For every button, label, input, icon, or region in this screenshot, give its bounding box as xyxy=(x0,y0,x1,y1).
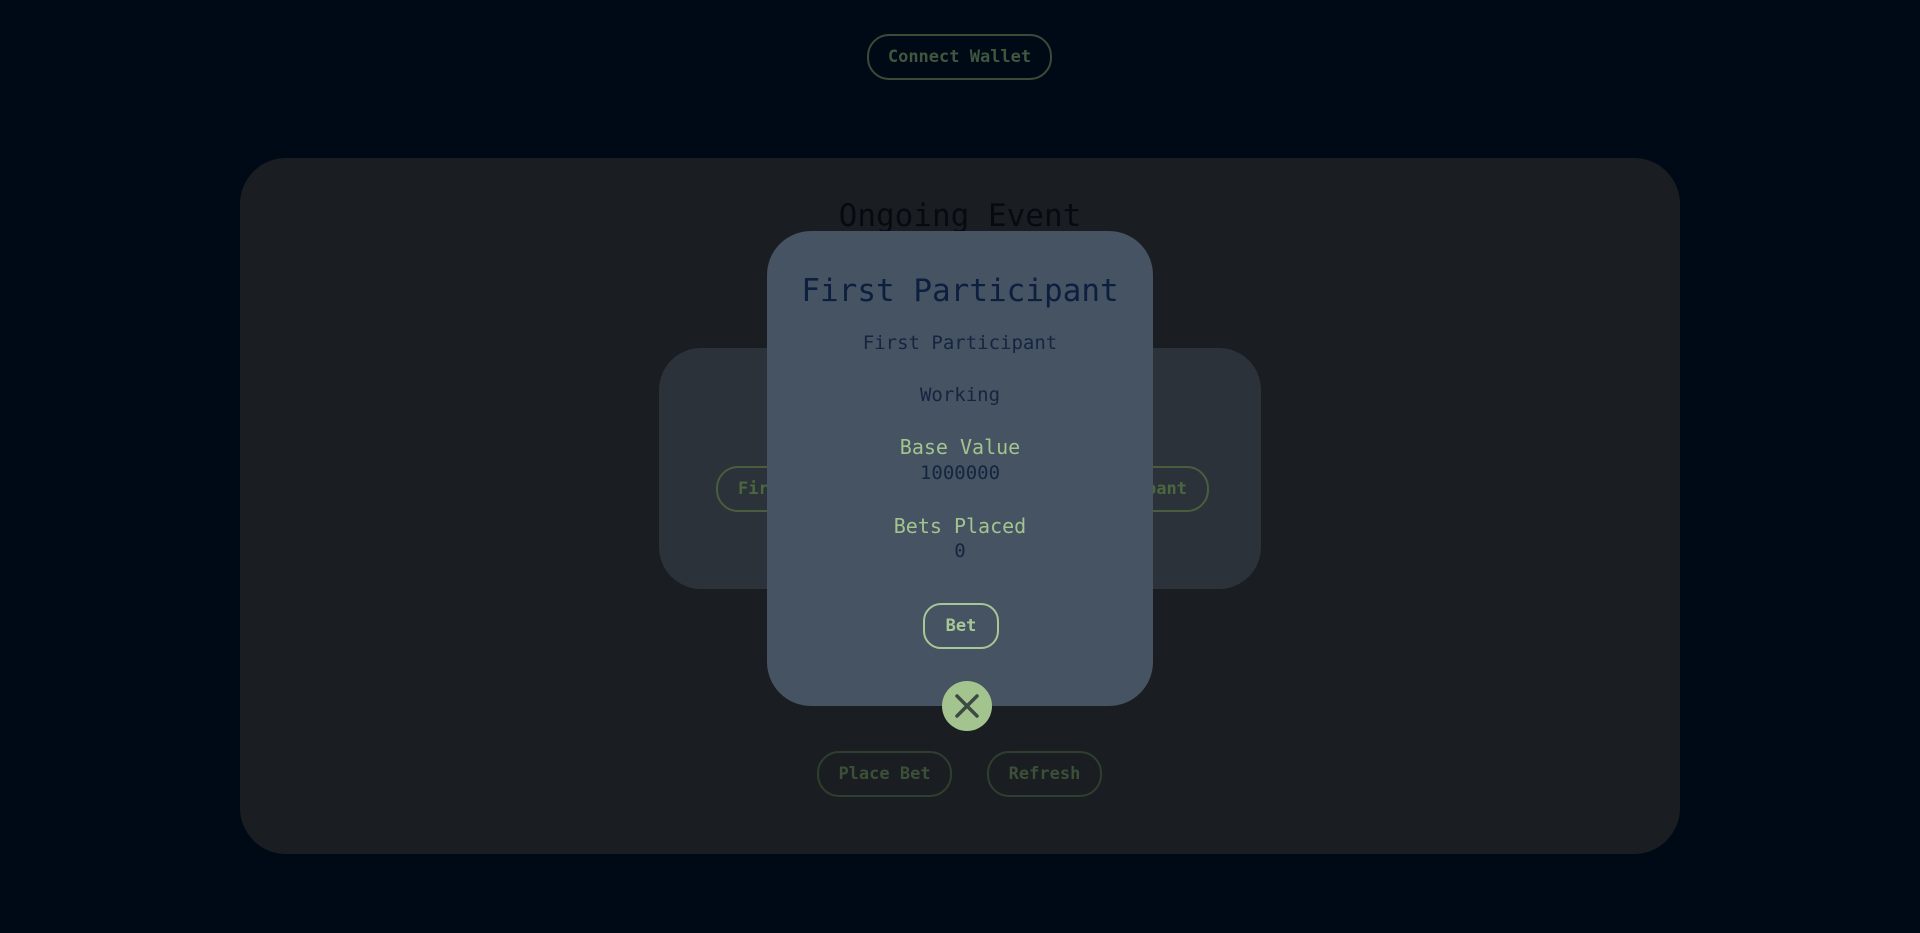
page: Connect Wallet Ongoing Event First Parti… xyxy=(0,0,1920,933)
modal-title: First Participant xyxy=(801,273,1119,309)
close-modal-button[interactable] xyxy=(942,681,992,731)
base-value: 1000000 xyxy=(919,462,1001,484)
refresh-button[interactable]: Refresh xyxy=(987,751,1102,797)
bet-button[interactable]: Bet xyxy=(923,603,999,649)
bets-placed-value: 0 xyxy=(954,540,966,562)
bets-placed-label: Bets Placed xyxy=(893,514,1027,538)
close-icon xyxy=(955,694,979,718)
participant-name: First Participant xyxy=(862,332,1058,354)
event-title: Ongoing Event xyxy=(838,198,1082,234)
participant-status: Working xyxy=(919,384,1001,406)
base-value-label: Base Value xyxy=(899,435,1021,459)
place-bet-button[interactable]: Place Bet xyxy=(817,751,952,797)
connect-wallet-button[interactable]: Connect Wallet xyxy=(867,34,1052,80)
participant-modal: First Participant First Participant Work… xyxy=(767,231,1153,706)
